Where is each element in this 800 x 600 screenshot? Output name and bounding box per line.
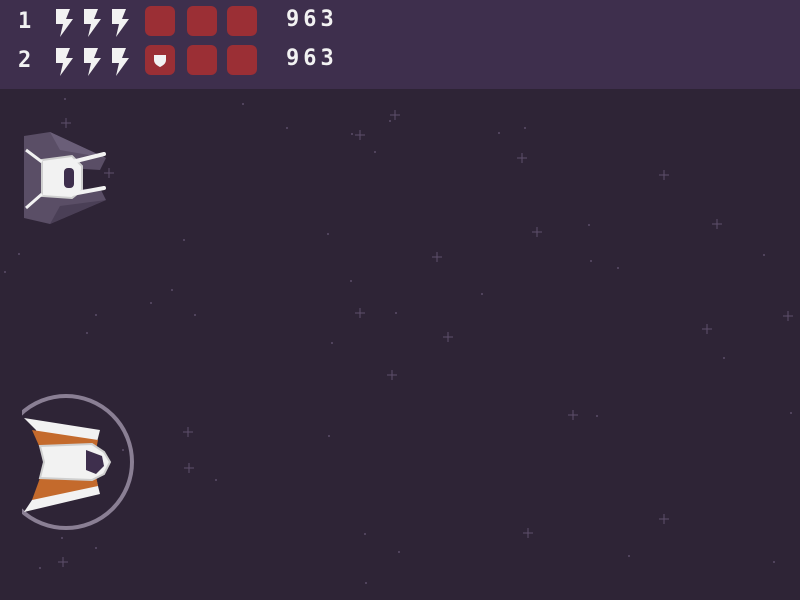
star xyxy=(524,127,526,129)
star xyxy=(763,254,765,256)
star xyxy=(596,415,598,417)
star xyxy=(364,533,366,535)
powerup-slot xyxy=(145,6,175,36)
star xyxy=(790,412,792,414)
hud-bar: 1 963 2 963 xyxy=(0,0,800,89)
star xyxy=(517,153,527,163)
space-playfield xyxy=(0,98,793,584)
star xyxy=(712,219,722,229)
powerup-slot xyxy=(227,6,257,36)
star xyxy=(590,260,592,262)
star xyxy=(64,98,66,100)
player-1-status: 1 963 xyxy=(0,2,800,42)
star xyxy=(443,332,453,342)
lightning-icon xyxy=(84,48,101,76)
star xyxy=(389,120,391,122)
star xyxy=(532,227,542,237)
star xyxy=(374,151,376,153)
star xyxy=(523,528,533,538)
star xyxy=(171,289,173,291)
star xyxy=(628,555,630,557)
grey-ship xyxy=(24,132,106,224)
orange-ship xyxy=(0,390,134,535)
star xyxy=(184,463,194,473)
star xyxy=(183,239,185,241)
star xyxy=(95,547,97,549)
star xyxy=(150,302,152,304)
powerup-slot xyxy=(187,6,217,36)
star xyxy=(355,308,365,318)
star xyxy=(498,132,500,134)
player-2-score: 963 xyxy=(286,46,338,71)
star xyxy=(194,314,196,316)
star xyxy=(355,130,365,140)
player-1-score: 963 xyxy=(286,7,338,32)
player-2-label: 2 xyxy=(18,48,32,73)
star xyxy=(215,479,217,481)
star xyxy=(568,410,578,420)
star xyxy=(61,537,63,539)
star xyxy=(481,293,483,295)
star xyxy=(104,168,114,178)
shield-icon xyxy=(154,55,166,67)
star xyxy=(350,280,352,282)
star xyxy=(122,449,124,451)
star xyxy=(331,342,333,344)
star xyxy=(86,332,88,334)
star xyxy=(18,253,20,255)
powerup-slot xyxy=(187,45,217,75)
star xyxy=(783,311,793,321)
player-1-label: 1 xyxy=(18,9,32,34)
lightning-icon xyxy=(112,9,129,37)
powerup-slot xyxy=(227,45,257,75)
lightning-icon xyxy=(112,48,129,76)
star xyxy=(183,427,193,437)
star xyxy=(95,314,97,316)
lightning-icon xyxy=(56,9,73,37)
star xyxy=(58,557,68,567)
star xyxy=(432,252,442,262)
lightning-icon xyxy=(56,48,73,76)
player-2-status: 2 963 xyxy=(0,41,800,81)
star xyxy=(398,551,400,553)
powerup-slot-filled xyxy=(145,45,175,75)
star xyxy=(365,582,367,584)
star xyxy=(327,233,329,235)
star xyxy=(773,561,775,563)
lightning-icon xyxy=(84,9,101,37)
star xyxy=(242,103,244,105)
star xyxy=(39,567,41,569)
star xyxy=(659,170,669,180)
star xyxy=(659,514,669,524)
star xyxy=(390,110,400,120)
star xyxy=(351,133,353,135)
star xyxy=(723,357,725,359)
star xyxy=(286,127,288,129)
star xyxy=(4,271,6,273)
star xyxy=(328,435,330,437)
star xyxy=(588,224,590,226)
starfield xyxy=(4,98,793,584)
star xyxy=(61,118,71,128)
star xyxy=(617,267,619,269)
star xyxy=(387,370,397,380)
star xyxy=(702,324,712,334)
star xyxy=(395,312,397,314)
